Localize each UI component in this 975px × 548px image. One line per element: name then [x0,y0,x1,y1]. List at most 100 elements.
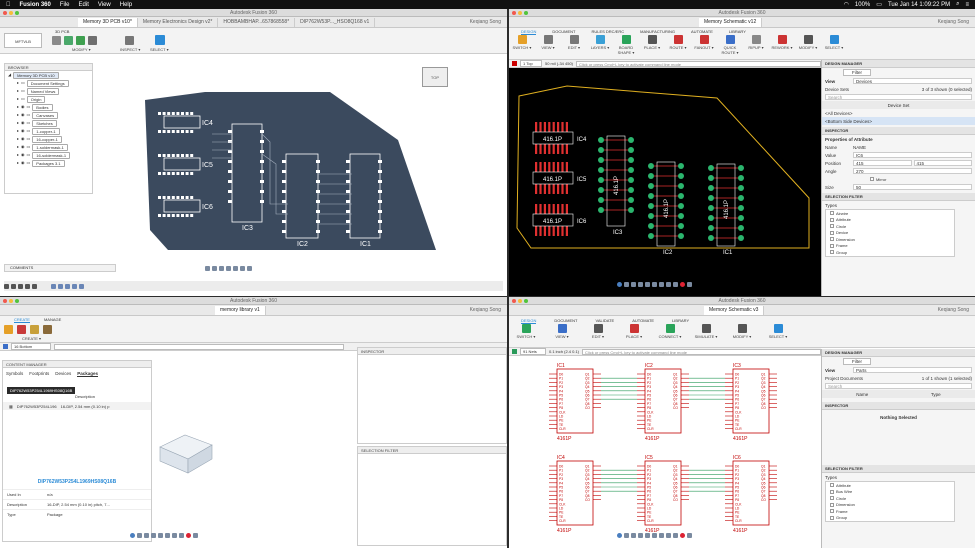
command-line-input[interactable]: Click or press Cmd+L key to activate com… [576,60,821,67]
visibility-icon[interactable]: ◉ [21,119,25,127]
combine-icon[interactable] [88,36,97,45]
tab-footprints[interactable]: Footprints [29,371,49,377]
layer-select[interactable]: 1 Top [520,60,542,67]
zoom-out-icon[interactable] [165,533,170,538]
position-y-input[interactable]: 415 [913,160,972,166]
filter-button[interactable]: Filter [843,69,871,76]
visibility-icon[interactable]: ◉ [21,151,25,159]
shell-icon[interactable] [76,36,85,45]
timeline-last-icon[interactable] [32,283,37,289]
visibility-icon[interactable]: ◉ [21,111,25,119]
maximize-window-icon[interactable] [15,299,19,303]
schematic-symbol[interactable]: IC34161PD0P1P2P3P4P5P6P7P8CLKLDPETECLRQ1… [725,363,777,442]
ribbon-tab-3d-pcb[interactable]: 3D PCB [55,29,69,34]
minimize-window-icon[interactable] [518,299,522,303]
selection-type-item[interactable]: Group [826,249,954,256]
clock[interactable]: Tue Jan 14 1:09:22 PM [888,2,950,8]
layer-select[interactable]: 91 Nets [520,348,546,355]
ribbon-tab-manage[interactable]: MANAGE [44,317,61,323]
expand-icon[interactable]: ▸ [17,95,19,103]
browser-item[interactable]: ▸ ▭ Named Views [5,87,92,95]
tool-group-menu[interactable]: PLACE ▾ [626,334,642,339]
app-menu[interactable]: Fusion 360 [20,2,51,8]
tool-icon[interactable] [773,324,783,333]
pan-icon[interactable] [212,266,217,271]
eye-icon[interactable] [624,282,629,287]
tool-group-menu[interactable]: EDIT ▾ [568,45,580,50]
tool-group-menu[interactable]: SWITCH ▾ [513,45,532,50]
browser-item[interactable]: ▸ ◉ ▭ Canvases [5,111,92,119]
expand-icon[interactable]: ▸ [17,79,19,87]
browser-item[interactable]: ▸ ◉ ▭ 1-soldermask-1 [5,143,92,151]
tool-icon[interactable] [557,324,567,333]
user-name[interactable]: Keqiang Song [470,307,501,313]
tab-memory-electronics[interactable]: Memory Electronics Design v2* [138,18,219,27]
menu-file[interactable]: File [60,2,70,8]
menu-list-icon[interactable]: ≡ [965,2,969,8]
visibility-icon[interactable]: ◉ [21,159,25,167]
browser-item[interactable]: ▸ ◉ ▭ Sketches [5,119,92,127]
zoom-icon[interactable] [219,266,224,271]
tool-group-menu[interactable]: SELECT ▾ [825,45,844,50]
close-window-icon[interactable] [512,299,516,303]
tool-icon[interactable] [737,324,747,333]
timeline-feature-icon[interactable] [72,283,77,289]
minimize-window-icon[interactable] [518,11,522,15]
zoom-in-icon[interactable] [158,533,163,538]
tool-group-menu[interactable]: SWITCH ▾ [517,334,536,339]
orbit-icon[interactable] [205,266,210,271]
create-menu[interactable]: CREATE ▾ [22,336,41,341]
tool-icon[interactable] [665,324,675,333]
battery-icon[interactable]: ▭ [876,1,882,8]
tool-icon[interactable] [803,35,813,44]
type-checkbox[interactable] [830,515,834,520]
browser-item[interactable]: ▸ ◉ ▭ Bodies [5,103,92,111]
viewports-icon[interactable] [247,266,252,271]
inspect-menu[interactable]: INSPECT ▾ [120,47,140,52]
tool-group-menu[interactable]: MODIFY ▾ [733,334,752,339]
undo-icon[interactable] [144,533,149,538]
comments-panel[interactable]: COMMENTS [4,264,116,272]
tool-group-menu[interactable]: ROUTE ▾ [669,45,686,50]
device-set-all[interactable]: <All Devices> [822,109,975,117]
timeline-feature-icon[interactable] [51,283,56,289]
zoom-in-icon[interactable] [645,533,650,538]
tool-group-menu[interactable]: FANOUT ▾ [694,45,713,50]
device-set-bottom[interactable]: <Bottom Side Devices> [822,117,975,125]
close-window-icon[interactable] [3,299,7,303]
expand-icon[interactable]: ▸ [17,119,19,127]
schematic-canvas[interactable]: IC1 4161P D0 P1 P2 P3 P4 P5 P6 P7 P8 CLK LD PE TE CLR Q1… [509,357,821,548]
expand-icon[interactable]: ◢ [8,71,11,79]
layers-icon[interactable] [687,533,692,538]
ribbon-tab-create[interactable]: CREATE [14,317,30,323]
tool-group-menu[interactable]: MODIFY ▾ [799,45,818,50]
tab-memory-schematic-v12[interactable]: Memory Schematic v12 [699,18,763,27]
user-name[interactable]: Keqiang Song [938,307,969,313]
browser-item[interactable]: ▸ ◉ ▭ Packages 3.1 [5,159,92,167]
redo-icon[interactable] [638,282,643,287]
tool-icon[interactable] [521,324,531,333]
tool-icon[interactable] [569,35,579,44]
tab-memory-library[interactable]: memory library v1 [215,306,266,315]
browser-item[interactable]: ▸ ▭ Origin [5,95,92,103]
zoom-fit-icon[interactable] [172,533,177,538]
expand-icon[interactable]: ▸ [17,111,19,119]
tool-group-menu[interactable]: PLACE ▾ [644,45,660,50]
browser-item[interactable]: ▸ ◉ ▭ 16-soldermask-1 [5,151,92,159]
type-checkbox[interactable] [830,483,834,488]
tab-symbols[interactable]: Symbols [6,371,23,377]
undo-icon[interactable] [631,533,636,538]
tool-group-menu[interactable]: EDIT ▾ [592,334,604,339]
timeline-prev-icon[interactable] [11,283,16,289]
board-view[interactable]: 416.1P IC4 416.1P IC5 416.1P IC6 IC3 416.1P IC2 4… [509,68,821,296]
menu-help[interactable]: Help [120,2,132,8]
timeline-next-icon[interactable] [25,283,30,289]
browser-item[interactable]: ▸ ▭ Document Settings [5,79,92,87]
zoom-out-icon[interactable] [652,282,657,287]
tool-group-menu[interactable]: QUICK ROUTE ▾ [719,45,741,55]
tool-icon[interactable] [673,35,683,44]
zoom-fit-icon[interactable] [659,282,664,287]
tool-group-menu[interactable]: SELECT ▾ [769,334,788,339]
info-icon[interactable] [130,533,135,538]
create-footprint-icon[interactable] [17,325,26,334]
